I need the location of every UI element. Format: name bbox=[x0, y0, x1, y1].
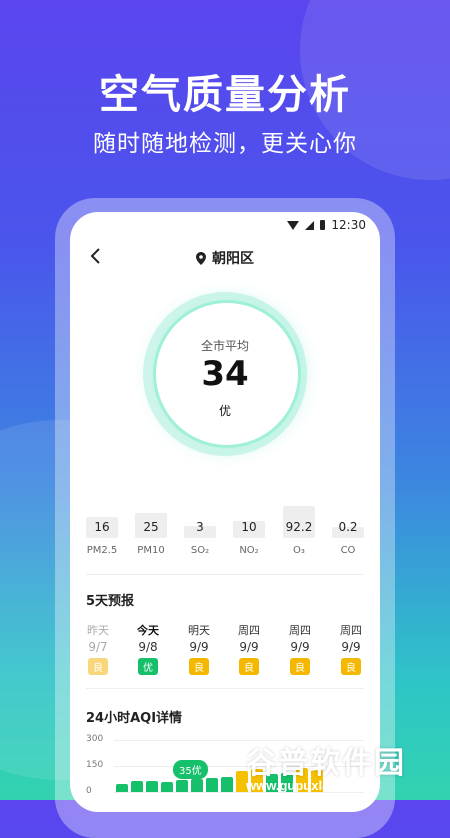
day-name: 明天 bbox=[188, 624, 210, 637]
day-grade-badge: 良 bbox=[88, 658, 108, 675]
day-grade-badge: 优 bbox=[138, 658, 158, 675]
day-date: 9/9 bbox=[189, 640, 209, 654]
y-tick-label: 300 bbox=[86, 734, 104, 744]
pollutant-value: 16 bbox=[94, 520, 110, 534]
hourly-bar[interactable] bbox=[191, 779, 203, 792]
pollutant-value: 92.2 bbox=[285, 520, 313, 534]
phone-screen: 12:30 朝阳区 全市平均 34 优 16 PM2.5 25 PM10 3 S… bbox=[70, 212, 380, 812]
pollutant-name: CO bbox=[340, 545, 356, 556]
y-tick-label: 0 bbox=[86, 786, 92, 796]
day-name: 周四 bbox=[289, 624, 311, 637]
day-date: 9/9 bbox=[290, 640, 310, 654]
forecast-day[interactable]: 周四 9/9 良 bbox=[227, 622, 271, 675]
forecast-day[interactable]: 今天 9/8 优 bbox=[126, 622, 170, 675]
day-name: 昨天 bbox=[87, 624, 109, 637]
forecast-days: 昨天 9/7 良 今天 9/8 优 明天 9/9 良 周四 9/9 良 周四 9… bbox=[70, 622, 380, 682]
pollutant-row: 16 PM2.5 25 PM10 3 SO₂ 10 NO₂ 92.2 O₃ 0.… bbox=[86, 490, 366, 560]
status-time: 12:30 bbox=[331, 218, 366, 232]
battery-icon bbox=[320, 220, 326, 230]
hourly-title: 24小时AQI详情 bbox=[86, 711, 183, 726]
day-date: 9/7 bbox=[88, 640, 108, 654]
forecast-day[interactable]: 周四 9/9 良 bbox=[329, 622, 373, 675]
hourly-bar[interactable] bbox=[146, 781, 158, 792]
hourly-bar[interactable] bbox=[206, 778, 218, 792]
watermark-title: 谷普软件园 bbox=[246, 746, 406, 781]
hourly-bar[interactable] bbox=[116, 784, 128, 792]
pollutant-name: NO₂ bbox=[239, 545, 259, 556]
signal-icon bbox=[305, 220, 315, 230]
day-grade-badge: 良 bbox=[189, 658, 209, 675]
divider bbox=[86, 688, 364, 689]
forecast-day[interactable]: 周四 9/9 良 bbox=[278, 622, 322, 675]
forecast-title: 5天预报 bbox=[86, 594, 135, 609]
forecast-day[interactable]: 明天 9/9 良 bbox=[177, 622, 221, 675]
hourly-bar[interactable] bbox=[176, 780, 188, 792]
watermark: 谷普软件园 www.gupuxlazal.com bbox=[242, 738, 446, 798]
pollutant-name: SO₂ bbox=[190, 545, 210, 556]
day-grade-badge: 良 bbox=[341, 658, 361, 675]
pollutant-value: 0.2 bbox=[338, 520, 358, 534]
day-name: 今天 bbox=[137, 624, 159, 637]
location-title[interactable]: 朝阳区 bbox=[70, 248, 380, 268]
pollutant-value: 10 bbox=[241, 520, 257, 534]
day-date: 9/9 bbox=[341, 640, 361, 654]
promo-subtitle: 随时随地检测，更关心你 bbox=[93, 131, 357, 157]
pollutant-value: 3 bbox=[196, 520, 204, 534]
status-bar: 12:30 bbox=[287, 216, 366, 234]
promo-title: 空气质量分析 bbox=[99, 72, 351, 118]
location-name: 朝阳区 bbox=[212, 251, 254, 267]
pollutant-value: 25 bbox=[143, 520, 159, 534]
day-name: 周四 bbox=[340, 624, 362, 637]
location-pin-icon bbox=[196, 252, 206, 265]
pollutant-name: PM2.5 bbox=[86, 545, 118, 556]
hourly-bar[interactable] bbox=[221, 777, 233, 792]
day-grade-badge: 良 bbox=[239, 658, 259, 675]
watermark-url: www.gupuxlazal.com bbox=[246, 778, 377, 793]
hourly-bar[interactable] bbox=[131, 781, 143, 792]
pollutant-name: PM10 bbox=[137, 545, 165, 556]
forecast-day[interactable]: 昨天 9/7 良 bbox=[76, 622, 120, 675]
nav-bar: 朝阳区 bbox=[70, 242, 380, 272]
day-date: 9/8 bbox=[138, 640, 158, 654]
hourly-bar[interactable] bbox=[161, 782, 173, 792]
day-name: 周四 bbox=[238, 624, 260, 637]
divider bbox=[86, 574, 364, 575]
pollutant-name: O₃ bbox=[293, 545, 305, 556]
day-date: 9/9 bbox=[239, 640, 259, 654]
y-tick-label: 150 bbox=[86, 760, 104, 770]
hourly-tooltip: 35优 bbox=[173, 760, 208, 779]
aqi-value: 34 bbox=[201, 354, 249, 394]
day-grade-badge: 良 bbox=[290, 658, 310, 675]
wifi-icon bbox=[287, 220, 300, 230]
aqi-grade: 优 bbox=[218, 404, 231, 418]
aqi-label: 全市平均 bbox=[200, 339, 249, 353]
